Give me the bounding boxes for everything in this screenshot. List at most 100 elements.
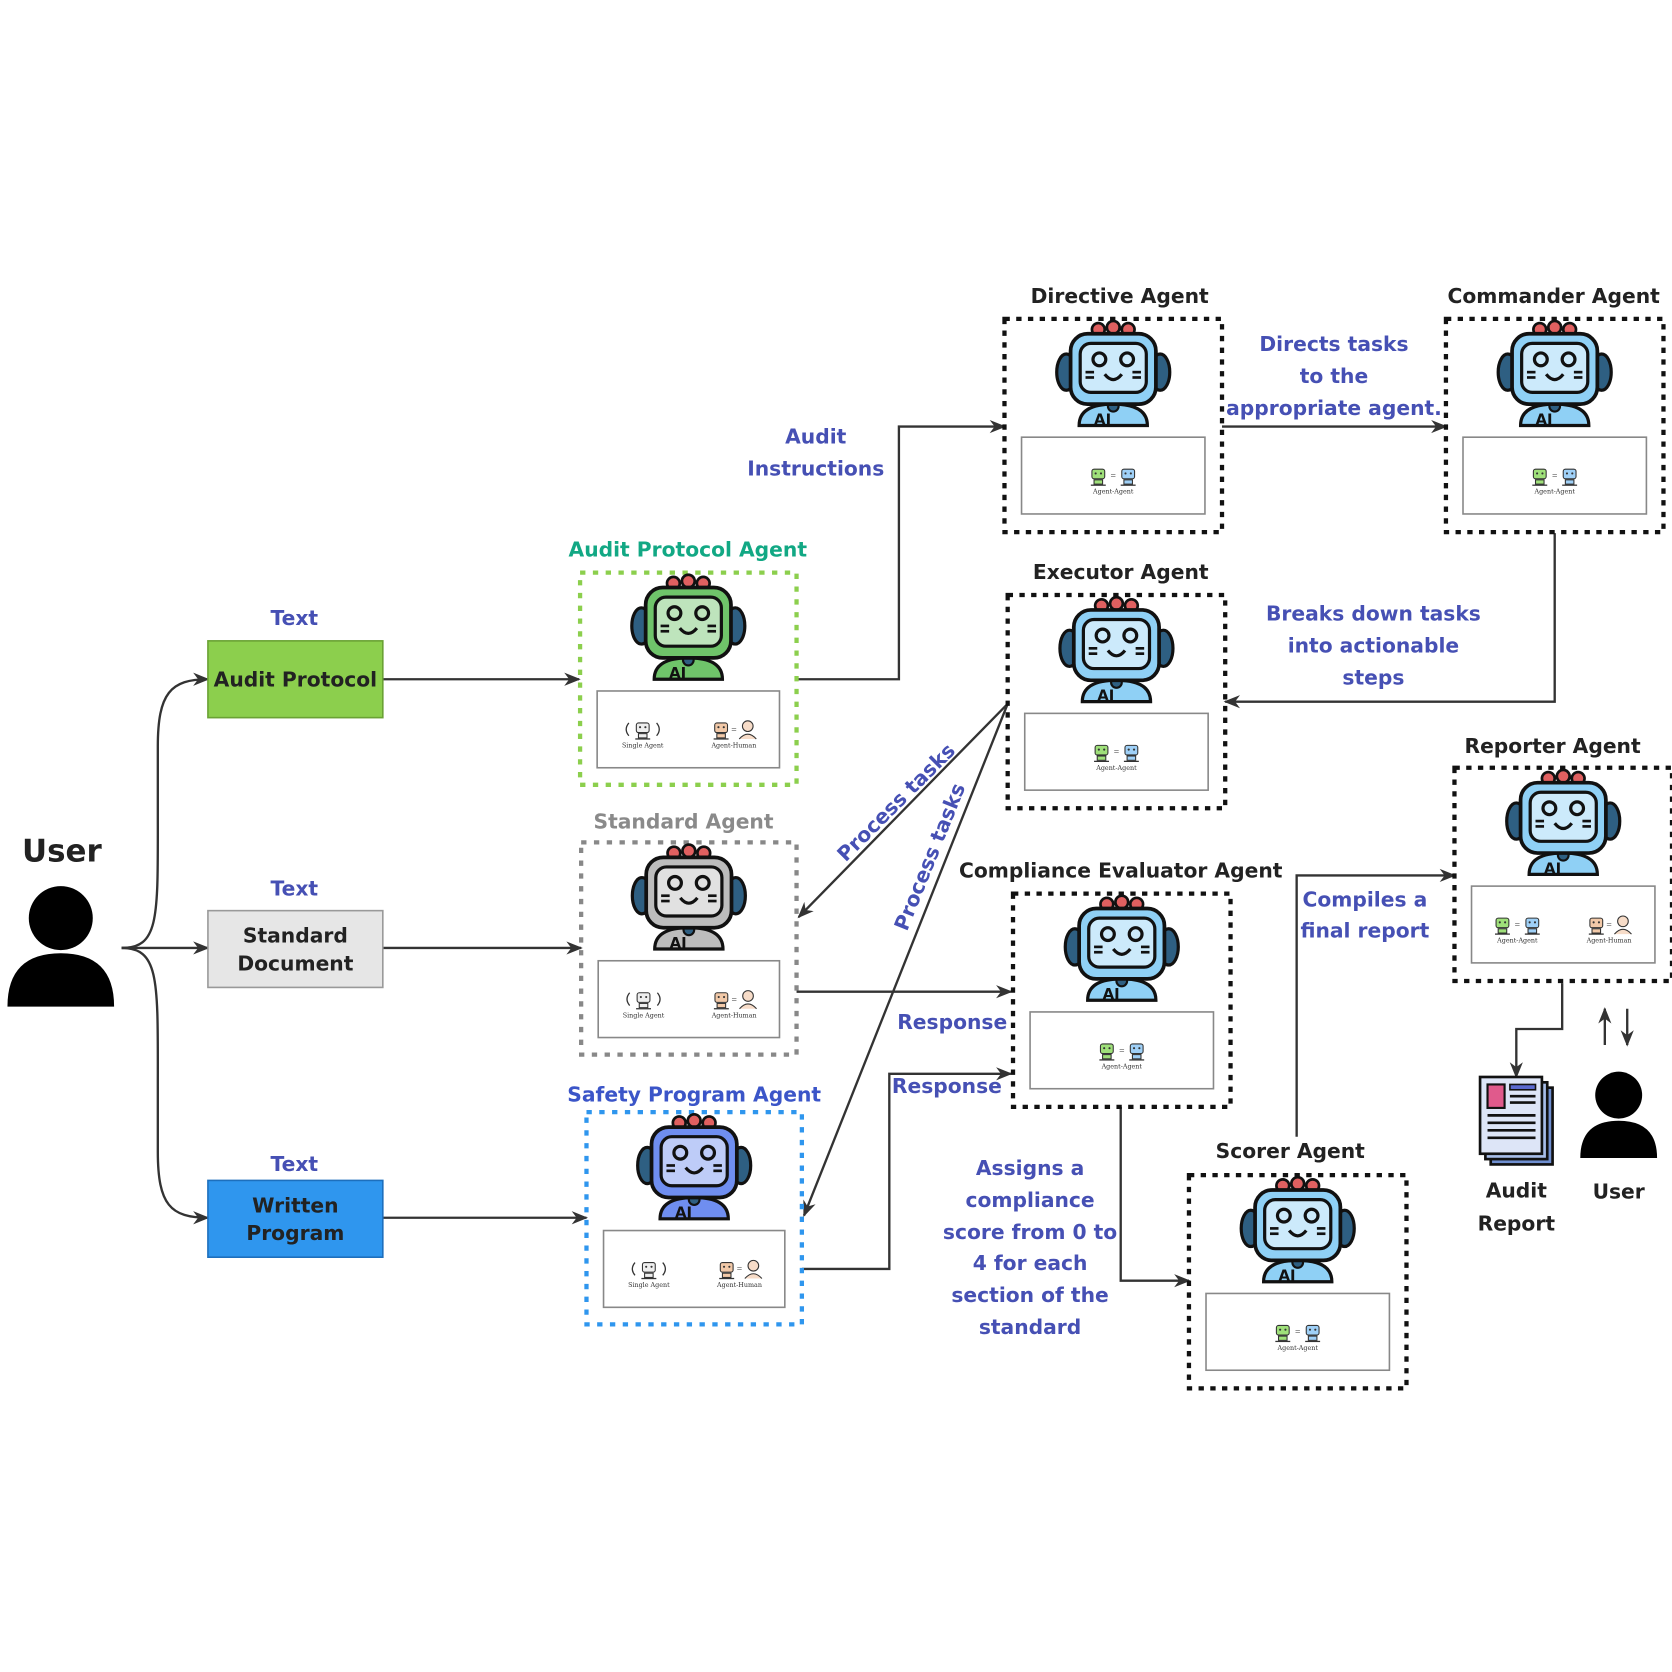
input-standard-document: Text Standard Document [207, 877, 384, 989]
written-program-box [207, 1179, 384, 1258]
agent-card-reporter: Reporter Agent AI = Agent-Agent = Agent-Human [1452, 734, 1672, 984]
robot-icon [635, 1112, 753, 1221]
svg-text:=: = [1552, 471, 1557, 482]
mode-label: Agent-Agent [1277, 1344, 1319, 1352]
svg-text:=: = [1114, 747, 1119, 758]
written-program-label-line1: Written [252, 1193, 338, 1217]
agent-card-safety-program: Safety Program Agent AI Single Agent = Agent… [567, 1083, 821, 1327]
agent-title: Commander Agent [1447, 284, 1660, 308]
connectors [121, 419, 1634, 1288]
input-written-program: Text Written Program [207, 1152, 384, 1258]
ai-badge: AI [669, 664, 686, 682]
breaks-down-line3: steps [1342, 666, 1404, 690]
input-audit-protocol: Text Audit Protocol [207, 606, 384, 719]
user-icon [7, 886, 115, 1007]
compiles-report-line2: final report [1300, 918, 1429, 942]
agent-card-compliance: Compliance Evaluator Agent AI = Agent-Agent [959, 859, 1283, 1109]
agent-title: Audit Protocol Agent [569, 538, 808, 562]
compiles-report-line1: Compiles a [1303, 887, 1428, 911]
agent-card-executor: Executor Agent AI = Agent-Agent [1005, 560, 1228, 811]
svg-text:=: = [1295, 1327, 1300, 1338]
ai-badge: AI [1279, 1267, 1296, 1285]
svg-text:=: = [1606, 920, 1611, 931]
mode-label: Agent-Human [711, 1011, 757, 1019]
audit-report-label-line1: Audit [1486, 1178, 1548, 1202]
input-type-label: Text [271, 1152, 319, 1176]
audit-instructions-line2: Instructions [747, 457, 884, 481]
user-node: User [7, 834, 115, 1007]
ai-badge: AI [1103, 985, 1120, 1003]
robot-icon [1054, 319, 1172, 428]
mode-label: Agent-Human [1586, 937, 1632, 945]
assigns-score-line5: section of the [951, 1283, 1108, 1307]
standard-document-label-line2: Document [237, 951, 353, 975]
svg-text:=: = [731, 725, 736, 736]
directs-tasks-line2: to the [1300, 364, 1368, 388]
robot-icon [1239, 1175, 1357, 1284]
response-label-1: Response [897, 1010, 1007, 1034]
agent-card-commander: Commander Agent AI = Agent-Agent [1443, 284, 1666, 535]
robot-icon [1063, 893, 1181, 1003]
agent-title: Directive Agent [1031, 284, 1209, 308]
robot-icon [1058, 595, 1175, 704]
audit-report-label-line2: Report [1478, 1212, 1556, 1236]
svg-text:=: = [1111, 471, 1116, 482]
end-user-label: User [1593, 1180, 1645, 1204]
mode-label: Single Agent [622, 741, 664, 749]
standard-document-label-line1: Standard [243, 924, 348, 948]
agent-title: Standard Agent [593, 810, 773, 834]
edge-user-written-program [121, 946, 210, 1225]
robot-icon [1496, 319, 1614, 428]
user-icon [1580, 1071, 1658, 1159]
document-stack-icon [1478, 1075, 1554, 1166]
robot-icon [630, 842, 748, 951]
response-label-2: Response [892, 1074, 1002, 1098]
end-user-node: User [1580, 1071, 1658, 1204]
mode-label: Single Agent [623, 1011, 665, 1019]
audit-instructions-line1: Audit [785, 425, 847, 449]
ai-badge: AI [1536, 410, 1553, 428]
robot-icon [629, 572, 747, 682]
input-type-label: Text [271, 877, 319, 901]
assigns-score-line3: score from 0 to [943, 1220, 1117, 1244]
edge-compliance-to-scorer [1119, 1106, 1191, 1288]
agent-title: Reporter Agent [1464, 734, 1640, 758]
mode-label: Agent-Agent [1095, 764, 1137, 772]
assigns-score-line2: compliance [965, 1188, 1094, 1212]
user-label: User [22, 834, 102, 870]
breaks-down-line1: Breaks down tasks [1266, 602, 1481, 626]
directs-tasks-line3: appropriate agent. [1226, 396, 1442, 420]
breaks-down-line2: into actionable [1288, 634, 1459, 658]
mode-label: Agent-Human [716, 1281, 762, 1289]
assigns-score-line6: standard [979, 1315, 1081, 1339]
ai-badge: AI [675, 1204, 692, 1222]
multi-agent-audit-diagram: User Text Audit Protocol Text Standard D… [7, 284, 1672, 1391]
agent-card-standard: Standard Agent AI Single Agent = Agent-Human [579, 810, 799, 1057]
mode-label: Agent-Agent [1101, 1062, 1143, 1070]
standard-document-box [207, 909, 384, 989]
ai-badge: AI [1094, 410, 1111, 428]
mode-label: Single Agent [628, 1281, 670, 1289]
svg-text:=: = [737, 1264, 742, 1275]
ai-badge: AI [670, 934, 687, 952]
written-program-label-line2: Program [246, 1221, 344, 1245]
mode-label: Agent-Agent [1092, 488, 1134, 496]
audit-protocol-label: Audit Protocol [214, 668, 377, 692]
agent-title: Executor Agent [1033, 560, 1209, 584]
agent-title: Compliance Evaluator Agent [959, 859, 1283, 883]
edge-reporter-to-audit-report [1509, 983, 1564, 1079]
robot-icon [1504, 768, 1622, 877]
input-type-label: Text [271, 606, 319, 630]
svg-text:=: = [731, 994, 736, 1005]
agent-card-audit-protocol: Audit Protocol Agent AI Single Agent = Agent… [569, 538, 808, 787]
ai-badge: AI [1097, 687, 1114, 705]
assigns-score-line1: Assigns a [976, 1156, 1084, 1180]
edge-scorer-to-reporter [1295, 868, 1457, 1137]
directs-tasks-line1: Directs tasks [1259, 332, 1408, 356]
ai-badge: AI [1544, 859, 1561, 877]
agent-card-scorer: Scorer Agent AI = Agent-Agent [1186, 1139, 1409, 1391]
agent-title: Safety Program Agent [567, 1083, 821, 1107]
agent-card-directive: Directive Agent AI = Agent-Agent [1002, 284, 1225, 535]
mode-label: Agent-Agent [1534, 488, 1576, 496]
edge-user-audit-protocol [121, 672, 210, 950]
